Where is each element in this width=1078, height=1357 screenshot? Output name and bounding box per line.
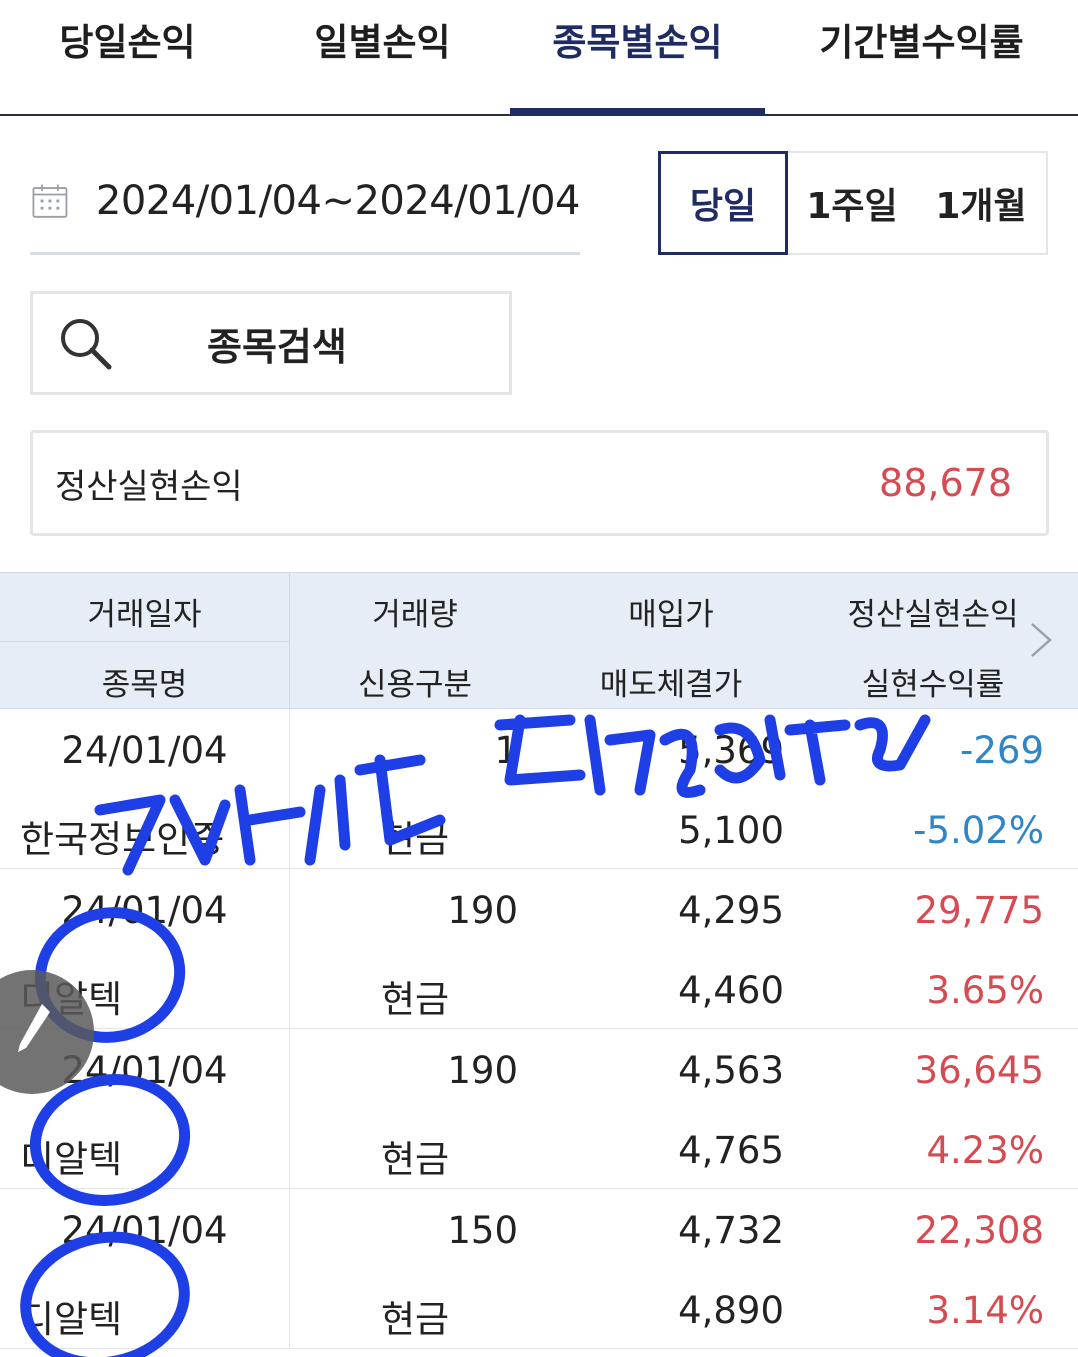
tab-period-return[interactable]: 기간별수익률 xyxy=(765,0,1078,114)
cell-qty: 150 xyxy=(447,1209,518,1252)
pen-icon xyxy=(18,1004,50,1052)
tab-day-by-day-pnl[interactable]: 일별손익 xyxy=(255,0,510,114)
cell-return-rate: 3.65% xyxy=(926,969,1044,1012)
summary-value: 88,678 xyxy=(879,461,1012,505)
table-row[interactable]: 24/01/04 한국정보인증 1 현금 5,369 5,100 -269 -5.02% xyxy=(0,709,1078,869)
cell-qty: 190 xyxy=(447,1049,518,1092)
header-sell-price: 매도체결가 xyxy=(599,667,743,703)
header-return-rate: 실현수익률 xyxy=(861,667,1005,703)
summary-label: 정산실현손익 xyxy=(55,466,243,507)
table-row[interactable]: 24/01/04 디알텍 150 현금 4,732 4,890 22,308 3.14% xyxy=(0,1189,1078,1349)
period-selector: 당일 1주일 1개월 xyxy=(658,151,1048,255)
header-trade-date: 거래일자 xyxy=(87,597,202,633)
cell-realized-pnl: 36,645 xyxy=(914,1049,1044,1092)
cell-sell-price: 4,765 xyxy=(678,1129,784,1172)
header-realized-pnl: 정산실현손익 xyxy=(847,597,1019,633)
cell-credit-type: 현금 xyxy=(380,978,450,1021)
date-range-picker[interactable]: 2024/01/04~2024/01/04 xyxy=(30,150,581,255)
cell-realized-pnl: 22,308 xyxy=(914,1209,1044,1252)
cell-stock-name: 한국정보인증 xyxy=(20,818,225,861)
header-buy-price: 매입가 xyxy=(628,597,714,633)
cell-trade-date: 24/01/04 xyxy=(61,1209,228,1252)
cell-credit-type: 현금 xyxy=(380,1298,450,1341)
cell-credit-type: 현금 xyxy=(380,1138,450,1181)
tab-daily-pnl[interactable]: 당일손익 xyxy=(0,0,255,114)
realized-pnl-summary: 정산실현손익 88,678 xyxy=(30,430,1049,536)
header-credit-type: 신용구분 xyxy=(357,667,473,703)
cell-qty: 190 xyxy=(447,889,518,932)
cell-stock-name: 디알텍 xyxy=(20,1138,123,1181)
stock-search-button[interactable]: 종목검색 xyxy=(30,291,512,395)
tab-bar: 당일손익 일별손익 종목별손익 기간별수익률 xyxy=(0,0,1078,116)
cell-qty: 1 xyxy=(494,729,518,772)
cell-return-rate: 3.14% xyxy=(926,1289,1044,1332)
cell-stock-name: 디알텍 xyxy=(20,1298,123,1341)
chevron-right-icon[interactable] xyxy=(1028,620,1054,660)
cell-realized-pnl: 29,775 xyxy=(914,889,1044,932)
header-stock-name: 종목명 xyxy=(101,667,188,703)
cell-return-rate: -5.02% xyxy=(913,809,1044,852)
table-row[interactable]: 24/01/04디알텍190현금4,2954,46029,7753.65% xyxy=(0,869,1078,1029)
date-range-text: 2024/01/04~2024/01/04 xyxy=(95,178,581,224)
table-header: 거래일자 종목명 거래량 신용구분 매입가 매도체결가 정산실현손익 실현수익률 xyxy=(0,572,1078,710)
cell-return-rate: 4.23% xyxy=(926,1129,1044,1172)
cell-sell-price: 4,460 xyxy=(678,969,784,1012)
period-1week-button[interactable]: 1주일 xyxy=(788,153,916,253)
cell-buy-price: 4,295 xyxy=(678,889,784,932)
cell-sell-price: 5,100 xyxy=(678,809,784,852)
search-icon xyxy=(61,319,112,370)
period-1month-button[interactable]: 1개월 xyxy=(916,153,1046,253)
header-qty: 거래량 xyxy=(372,597,458,633)
cell-buy-price: 4,732 xyxy=(678,1209,784,1252)
cell-trade-date: 24/01/04 xyxy=(61,889,228,932)
period-today-button[interactable]: 당일 xyxy=(658,151,788,255)
cell-trade-date: 24/01/04 xyxy=(61,729,228,772)
stock-search-label: 종목검색 xyxy=(207,324,347,369)
cell-credit-type: 현금 xyxy=(380,818,450,861)
calendar-icon xyxy=(32,184,68,218)
cell-buy-price: 4,563 xyxy=(678,1049,784,1092)
table-row[interactable]: 24/01/04 디알텍 190 현금 4,563 4,765 36,645 4.23% xyxy=(0,1029,1078,1189)
cell-buy-price: 5,369 xyxy=(678,729,784,772)
tab-pnl-by-stock[interactable]: 종목별손익 xyxy=(510,0,765,116)
cell-sell-price: 4,890 xyxy=(678,1289,784,1332)
cell-realized-pnl: -269 xyxy=(960,729,1044,772)
